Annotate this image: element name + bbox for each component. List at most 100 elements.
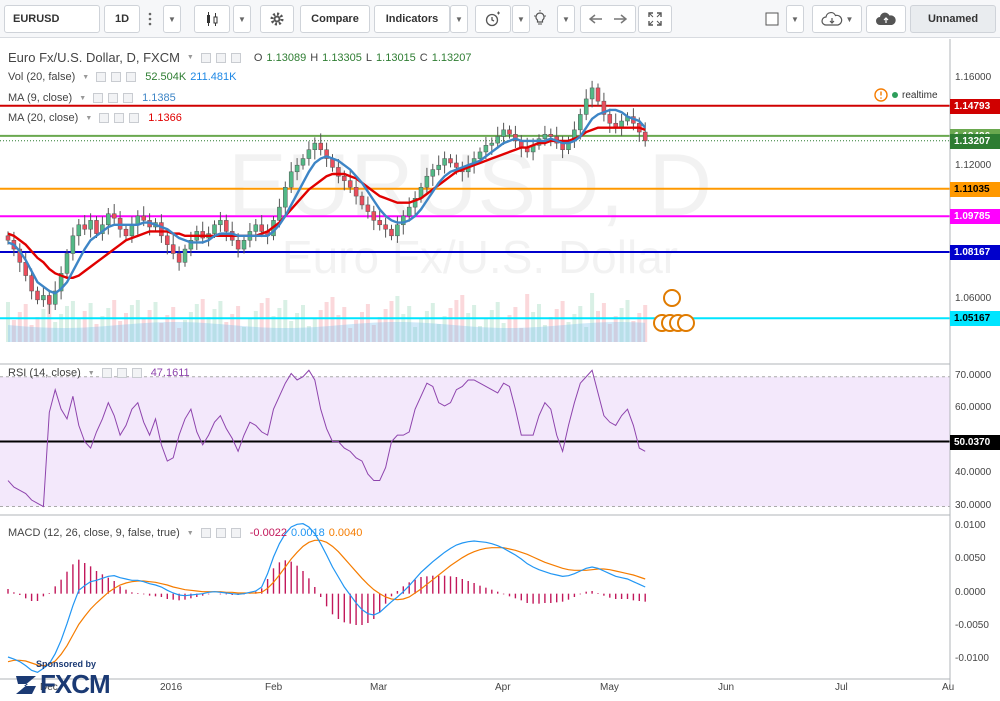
series-title: Euro Fx/U.S. Dollar, D, FXCM <box>8 50 180 65</box>
macd-legend[interactable]: MACD (12, 26, close, 9, false, true) ▼ -… <box>8 527 362 539</box>
macd-pane[interactable] <box>7 523 646 673</box>
legend-remove-icon[interactable] <box>230 528 241 538</box>
legend-settings-icon[interactable] <box>215 528 226 538</box>
ideas-caret[interactable]: ▼ <box>557 5 575 33</box>
alert-clock-icon[interactable] <box>475 5 511 33</box>
legend-eye-icon[interactable] <box>96 72 107 82</box>
legend-settings-icon[interactable] <box>215 52 226 63</box>
candle-body <box>288 171 294 188</box>
legend-settings-icon[interactable] <box>108 93 119 103</box>
candle-body <box>283 187 288 208</box>
ma20-label: MA (20, close) <box>8 112 79 124</box>
macd-tick-label: -0.0050 <box>955 620 989 631</box>
legend-eye-icon[interactable] <box>93 93 104 103</box>
legend-remove-icon[interactable] <box>129 113 140 123</box>
clock-icon <box>874 88 888 102</box>
legend-remove-icon[interactable] <box>126 72 137 82</box>
cloud-upload-icon[interactable] <box>866 5 906 33</box>
sponsor-brand: FXCM <box>40 669 111 699</box>
layout-name-button[interactable]: Unnamed <box>910 5 996 33</box>
fxcm-logo-icon <box>16 675 36 694</box>
compare-button[interactable]: Compare <box>300 5 370 33</box>
candle-body <box>548 134 554 137</box>
indicators-caret[interactable]: ▼ <box>450 5 468 33</box>
legend-caret-icon[interactable]: ▼ <box>85 115 92 122</box>
cloud-save-icon[interactable]: ▼ <box>812 5 862 33</box>
layout-caret[interactable]: ▼ <box>786 5 804 33</box>
volume-label: Vol (20, false) <box>8 71 76 83</box>
legend-settings-icon[interactable] <box>114 113 125 123</box>
more-intervals-icon[interactable] <box>142 5 158 33</box>
layout-square-icon[interactable] <box>760 5 784 33</box>
candle-body <box>82 224 87 230</box>
macd-signal-value: 0.0040 <box>328 527 363 539</box>
macd-tick-label: 0.0100 <box>955 520 986 531</box>
price-tick-label: 1.12000 <box>955 160 992 172</box>
symbol-search-input[interactable]: EURUSD <box>4 5 100 33</box>
event-icon[interactable] <box>663 289 681 307</box>
legend-remove-icon[interactable] <box>131 368 142 378</box>
candle-body <box>159 222 164 237</box>
ma9-value: 1.1385 <box>142 92 176 104</box>
legend-caret-icon[interactable]: ▼ <box>187 530 194 537</box>
legend-settings-icon[interactable] <box>116 368 127 378</box>
rsi-label: RSI (14, close) <box>8 367 81 379</box>
interval-button[interactable]: 1D <box>104 5 140 33</box>
candles-style-icon[interactable] <box>194 5 230 33</box>
legend-eye-icon[interactable] <box>101 368 112 378</box>
macd-histogram-value: -0.0022 <box>249 527 288 539</box>
legend-caret-icon[interactable]: ▼ <box>79 95 86 102</box>
candle-body <box>353 187 359 197</box>
main-series-legend[interactable]: Euro Fx/U.S. Dollar, D, FXCM ▼ O 1.13089… <box>8 50 472 65</box>
candle-body <box>165 235 170 245</box>
ma20-legend[interactable]: MA (20, close) ▼ 1.1366 <box>8 112 182 124</box>
lightbulb-icon[interactable] <box>522 5 558 33</box>
chart-style-caret[interactable]: ▼ <box>233 5 251 33</box>
event-icon[interactable] <box>677 314 695 332</box>
legend-remove-icon[interactable] <box>230 52 241 63</box>
legend-remove-icon[interactable] <box>123 93 134 103</box>
close-label: C <box>419 51 428 64</box>
chart-canvas[interactable]: EURUSD, D Euro Fx/U.S. Dollar <box>0 39 1000 688</box>
macd-label: MACD (12, 26, close, 9, false, true) <box>8 527 180 539</box>
legend-eye-icon[interactable] <box>99 113 110 123</box>
redo-arrow-icon[interactable] <box>613 13 627 25</box>
undo-arrow-icon[interactable] <box>589 13 603 25</box>
realtime-indicator[interactable]: realtime <box>874 88 938 102</box>
candle-body <box>224 220 229 232</box>
event-markers[interactable] <box>653 289 695 332</box>
candle-body <box>235 239 241 250</box>
legend-eye-icon[interactable] <box>200 52 211 63</box>
ma9-legend[interactable]: MA (9, close) ▼ 1.1385 <box>8 92 176 104</box>
rsi-pane[interactable] <box>0 369 950 508</box>
price-line-label: 1.05167 <box>950 311 1000 327</box>
candle-body <box>483 145 489 153</box>
candle-body <box>76 224 82 237</box>
candle-body <box>495 136 500 144</box>
candle-body <box>47 295 52 305</box>
fullscreen-expand-icon[interactable] <box>638 5 672 33</box>
legend-eye-icon[interactable] <box>200 528 211 538</box>
legend-caret-icon[interactable]: ▼ <box>88 370 95 377</box>
sponsor-badge[interactable]: Sponsored by FXCM <box>14 659 124 701</box>
settings-gear-icon[interactable] <box>260 5 294 33</box>
legend-settings-icon[interactable] <box>111 72 122 82</box>
candle-body <box>377 220 382 226</box>
candle-body <box>106 213 111 226</box>
rsi-legend[interactable]: RSI (14, close) ▼ 47.1611 <box>8 367 190 379</box>
low-label: L <box>365 51 373 64</box>
candle-body <box>436 164 441 170</box>
price-line-label: 1.13207 <box>950 133 1000 149</box>
open-label: O <box>253 51 263 64</box>
volume-legend[interactable]: Vol (20, false) ▼ 52.504K 211.481K <box>8 71 236 83</box>
legend-caret-icon[interactable]: ▼ <box>82 74 89 81</box>
candle-body <box>406 206 412 217</box>
chart-area[interactable]: EURUSD, D Euro Fx/U.S. Dollar Euro Fx/U.… <box>0 39 1000 699</box>
candle-body <box>389 228 394 237</box>
candle-body <box>141 215 146 221</box>
interval-dropdown-caret[interactable]: ▼ <box>163 5 181 33</box>
rsi-tick-label: 70.0000 <box>955 369 992 381</box>
sponsor-text: Sponsored by <box>36 659 97 669</box>
legend-caret-icon[interactable]: ▼ <box>187 54 194 61</box>
indicators-button[interactable]: Indicators <box>374 5 450 33</box>
